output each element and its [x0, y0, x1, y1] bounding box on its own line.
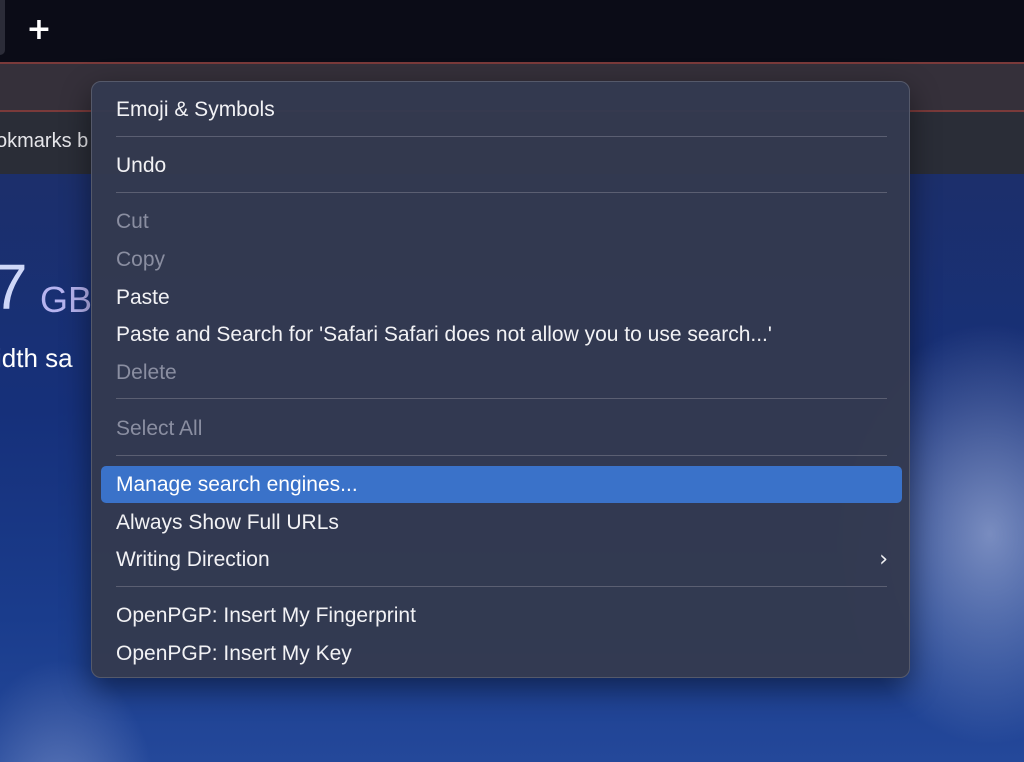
menu-item-openpgp-insert-fingerprint[interactable]: OpenPGP: Insert My Fingerprint [101, 597, 902, 634]
context-menu: Emoji & Symbols Undo Cut Copy Paste Past… [91, 81, 910, 678]
new-tab-plus-icon[interactable]: + [24, 14, 54, 46]
menu-item-always-show-full-urls[interactable]: Always Show Full URLs [101, 504, 902, 541]
tab[interactable] [0, 0, 5, 55]
menu-separator [116, 455, 887, 456]
menu-separator [116, 586, 887, 587]
chevron-right-icon: › [879, 547, 888, 572]
bandwidth-label: idth sa [0, 343, 73, 373]
menu-item-writing-direction-label: Writing Direction [116, 548, 270, 571]
storage-unit: GB [40, 279, 93, 320]
menu-separator [116, 192, 887, 193]
menu-item-openpgp-insert-key[interactable]: OpenPGP: Insert My Key [101, 635, 902, 672]
menu-item-paste-and-search[interactable]: Paste and Search for 'Safari Safari does… [101, 316, 902, 353]
menu-item-undo[interactable]: Undo [101, 147, 902, 184]
menu-item-paste[interactable]: Paste [101, 279, 902, 316]
menu-item-select-all: Select All [116, 417, 203, 440]
menu-separator [116, 136, 887, 137]
menu-item-emoji-symbols[interactable]: Emoji & Symbols [101, 91, 902, 128]
screen: + okmarks b 7 GB idth sa Emoji & Symbols… [0, 0, 1024, 762]
menu-item-delete: Delete [116, 361, 177, 384]
menu-item-copy: Copy [116, 248, 166, 271]
bookmarks-bar-label[interactable]: okmarks b [0, 130, 88, 153]
menu-item-manage-search-engines[interactable]: Manage search engines... [101, 466, 902, 503]
menu-separator [116, 398, 887, 399]
menu-item-writing-direction[interactable]: Writing Direction › [101, 541, 902, 578]
menu-item-cut: Cut [116, 210, 149, 233]
tab-strip: + [0, 0, 1024, 62]
storage-value: 7 [0, 251, 28, 323]
